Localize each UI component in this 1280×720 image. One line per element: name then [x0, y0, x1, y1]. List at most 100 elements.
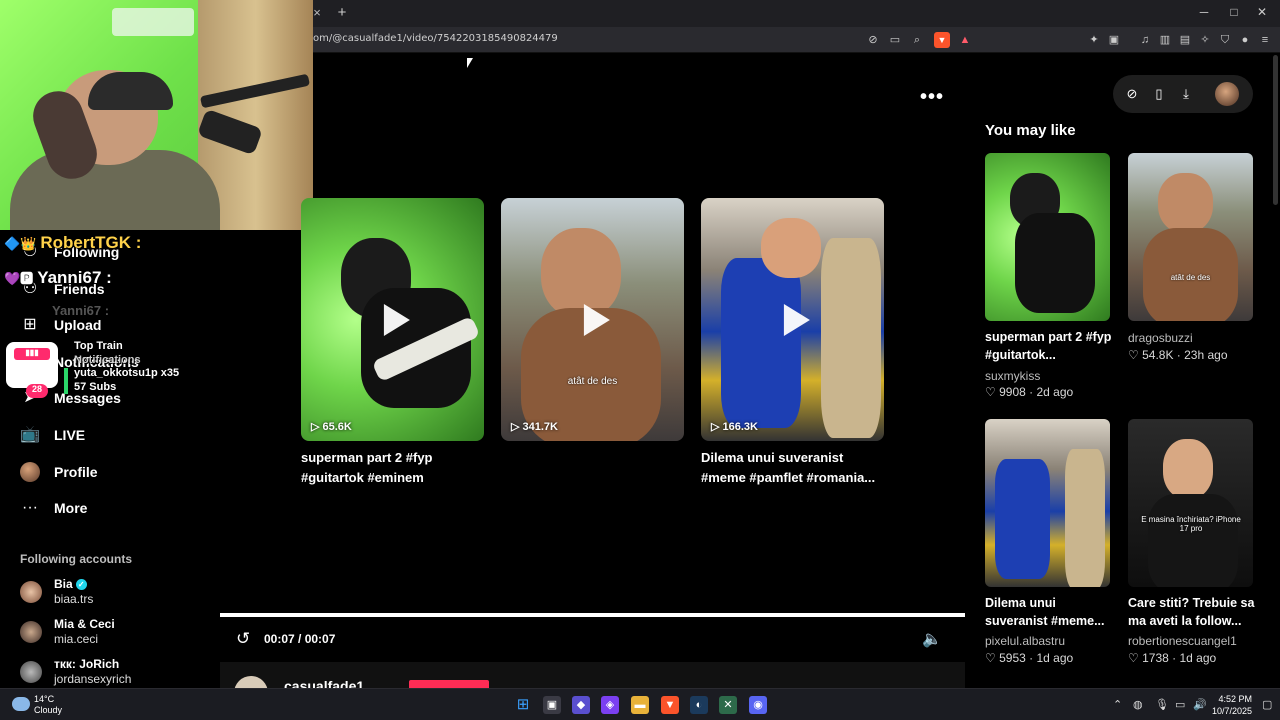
chat-message-faded: Yanni67 :: [52, 303, 110, 318]
chat-user: RobertTGK :: [40, 233, 142, 252]
brave-browser-icon[interactable]: ▼: [661, 696, 679, 714]
weather-widget[interactable]: 14°C Cloudy: [34, 694, 62, 716]
new-tab-button[interactable]: +: [334, 4, 350, 22]
menu-icon[interactable]: ≡: [1257, 32, 1273, 48]
recommended-author[interactable]: robertionescuangel1: [1128, 634, 1237, 648]
office-icon[interactable]: ◈: [601, 696, 619, 714]
account-name: Mia & Ceci: [54, 617, 115, 631]
account-item[interactable]: Mia & Ceci mia.ceci: [20, 614, 115, 650]
recommended-meta: ♡ 1738 · 1d ago: [1128, 651, 1217, 665]
avatar: [20, 581, 42, 603]
section-title: You may like: [985, 122, 1076, 139]
nav-label: Profile: [54, 464, 98, 480]
sub-train-bar: [64, 368, 68, 394]
translate-off-icon[interactable]: ⊘: [865, 32, 881, 48]
more-options-icon[interactable]: •••: [920, 86, 944, 109]
account-item[interactable]: Bia ✓ biaa.trs: [20, 574, 93, 610]
video-caption[interactable]: superman part 2 #fyp #guitartok #eminem: [301, 448, 484, 488]
url-field[interactable]: om/@casualfade1/video/754220318549082447…: [313, 33, 558, 44]
volume-tray-icon[interactable]: 🔊: [1193, 698, 1207, 711]
progress-bar[interactable]: [220, 613, 965, 617]
clock-date: 10/7/2025: [1212, 706, 1253, 716]
sidebar-icon[interactable]: ▥: [1157, 32, 1173, 48]
recommended-thumbnail[interactable]: E masina închiriata? iPhone 17 pro: [1128, 419, 1253, 587]
sub-train-icon: ▮▮▮: [6, 342, 58, 388]
zoom-icon[interactable]: ⌕: [909, 32, 925, 48]
scrollbar[interactable]: [1273, 55, 1278, 205]
recommended-thumbnail[interactable]: atât de des: [1128, 153, 1253, 321]
microphone-icon[interactable]: 🎙: [1155, 698, 1169, 711]
account-name: ткк: JoRich: [54, 657, 120, 671]
weather-temp: 14°C: [34, 694, 55, 704]
tray-app-icon[interactable]: ◍: [1133, 698, 1143, 711]
sub-train-text: Top Train Notifications yuta_okkotsu1p x…: [74, 340, 179, 394]
sub-train-title: Top Train: [74, 340, 123, 352]
recommended-author[interactable]: pixelul.albastru: [985, 634, 1065, 648]
clock[interactable]: 4:52 PM 10/7/2025: [1212, 693, 1252, 717]
notification-center-icon[interactable]: ▢: [1262, 698, 1272, 711]
sub-train-subs: 57 Subs: [74, 380, 117, 393]
discord-icon[interactable]: ◉: [749, 696, 767, 714]
brave-shields-icon[interactable]: ▼: [934, 32, 950, 48]
chat-badge-icon: 💜🅿: [4, 271, 34, 286]
media-icon[interactable]: ♫: [1137, 32, 1153, 48]
profile-icon[interactable]: ●: [1237, 32, 1253, 48]
nav-label: More: [54, 500, 88, 516]
volume-icon[interactable]: 🔈: [922, 629, 944, 649]
action-pill: ⊘ ▯ ⤓: [1113, 75, 1253, 113]
network-icon[interactable]: ▭: [1175, 698, 1185, 711]
chat-user: Yanni67 :: [37, 268, 112, 287]
background-ac-unit: [112, 8, 194, 36]
account-item[interactable]: ткк: JoRich jordansexyrich: [20, 654, 131, 690]
task-view-icon[interactable]: ▣: [543, 696, 561, 714]
file-explorer-icon[interactable]: ▬: [631, 696, 649, 714]
tray-overflow-icon[interactable]: ⌃: [1113, 698, 1122, 711]
clock-time: 4:52 PM: [1218, 694, 1252, 704]
cloud-icon[interactable]: [12, 697, 30, 711]
maximize-button[interactable]: □: [1224, 5, 1244, 21]
nav-more[interactable]: ··· More: [20, 495, 87, 521]
recommended-author[interactable]: suxmykiss: [985, 369, 1040, 383]
replay-icon[interactable]: ↺: [236, 629, 256, 649]
leo-icon[interactable]: ✧: [1197, 32, 1213, 48]
nav-profile[interactable]: Profile: [20, 459, 98, 485]
cast-icon[interactable]: ▭: [887, 32, 903, 48]
play-icon: [783, 303, 810, 336]
vpn-icon[interactable]: ⛉: [1217, 32, 1233, 48]
nav-label: Upload: [54, 317, 102, 333]
figure-shape: [1158, 173, 1213, 233]
excel-icon[interactable]: ✕: [719, 696, 737, 714]
recommended-caption[interactable]: Care stiti? Trebuie sa ma aveti la follo…: [1128, 594, 1258, 630]
chat-message: 🔷👑 RobertTGK :: [4, 233, 141, 253]
figure-shape: [995, 459, 1050, 579]
recommended-caption[interactable]: Dilema unui suveranist #meme...: [985, 594, 1115, 630]
video-caption[interactable]: Dilema unui suveranist #meme #pamflet #r…: [701, 448, 891, 488]
recommended-thumbnail[interactable]: [985, 153, 1110, 321]
compass-icon[interactable]: ⊘: [1124, 86, 1140, 102]
minimize-button[interactable]: ─: [1194, 5, 1214, 21]
recommended-thumbnail[interactable]: [985, 419, 1110, 587]
steam-icon[interactable]: ◐: [690, 696, 708, 714]
download-icon[interactable]: ⤓: [1178, 86, 1194, 102]
wallet-icon[interactable]: ▤: [1177, 32, 1193, 48]
close-window-button[interactable]: ✕: [1252, 5, 1272, 21]
device-icon[interactable]: ▯: [1151, 86, 1167, 102]
nav-live[interactable]: 📺 LIVE: [20, 422, 85, 448]
recommended-caption[interactable]: superman part 2 #fyp #guitartok...: [985, 328, 1115, 364]
time-display: 00:07 / 00:07: [264, 632, 336, 646]
video-thumbnail[interactable]: atât de des ▷ 341.7K: [501, 198, 684, 441]
screenshot-icon[interactable]: ▣: [1106, 32, 1122, 48]
following-accounts-header: Following accounts: [20, 552, 133, 566]
extensions-icon[interactable]: ✦: [1086, 32, 1102, 48]
author-strip: casualfade1: [220, 662, 965, 710]
video-thumbnail[interactable]: ▷ 65.6K: [301, 198, 484, 441]
account-handle: biaa.trs: [54, 592, 94, 606]
copilot-icon[interactable]: ◆: [572, 696, 590, 714]
avatar[interactable]: [1215, 82, 1239, 106]
figure-shape: [1148, 494, 1238, 587]
video-thumbnail[interactable]: ▷ 166.3K: [701, 198, 884, 441]
thumbnail-overlay-text: atât de des: [567, 376, 618, 387]
windows-start-icon[interactable]: ⊞: [514, 696, 532, 714]
brave-rewards-icon[interactable]: ▲: [957, 32, 973, 48]
recommended-author[interactable]: dragosbuzzi: [1128, 331, 1193, 345]
